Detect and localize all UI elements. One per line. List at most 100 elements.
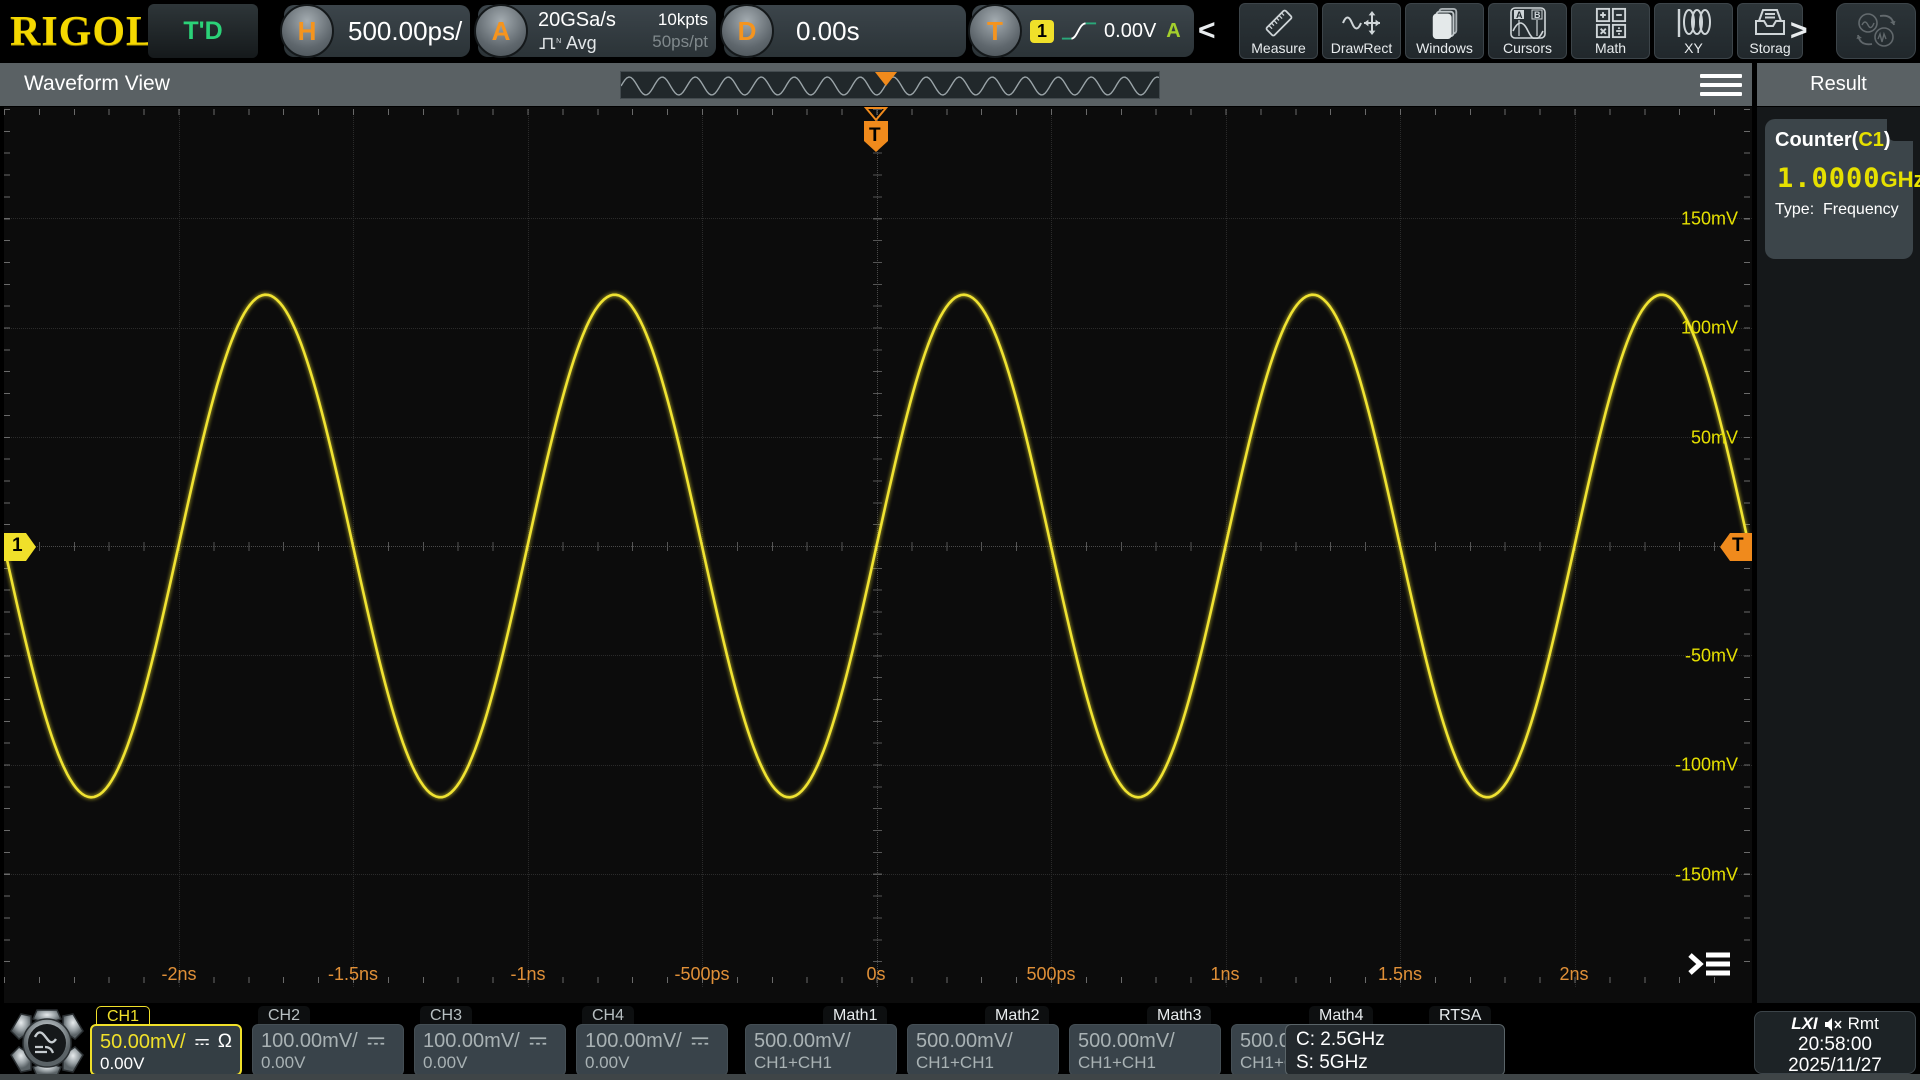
ch4-scale: 100.00mV/ bbox=[585, 1030, 682, 1052]
waveform-overview-strip[interactable] bbox=[620, 71, 1160, 99]
toolbar-drawrect-button[interactable]: DrawRect bbox=[1322, 3, 1401, 59]
x-tick-500ps: 500ps bbox=[1026, 964, 1076, 984]
toolbar-math-button[interactable]: Math bbox=[1571, 3, 1650, 59]
rtsa-box[interactable]: C: 2.5GHz S: 5GHz bbox=[1285, 1024, 1505, 1076]
speaker-muted-icon bbox=[1824, 1017, 1842, 1031]
math3-tab[interactable]: Math3 bbox=[1147, 1006, 1212, 1026]
x-tick-n500ps: -500ps bbox=[674, 964, 730, 984]
counter-title: Counter(C1) bbox=[1775, 129, 1891, 151]
x-tick-n1p5ns: -1.5ns bbox=[327, 964, 379, 984]
ch3-offset: 0.00V bbox=[423, 1053, 468, 1072]
resolution-value: 50ps/pt bbox=[652, 32, 708, 51]
ch3-tab[interactable]: CH3 bbox=[420, 1006, 473, 1026]
math1-tab[interactable]: Math1 bbox=[823, 1006, 888, 1026]
x-tick-1p5ns: 1.5ns bbox=[1377, 964, 1423, 984]
ch4-coupling-icon bbox=[691, 1037, 708, 1045]
top-bar: RIGOL T'D H 500.00ps/ A 20GSa/s N Avg 10… bbox=[0, 0, 1920, 62]
horizontal-scale-value: 500.00ps/ bbox=[348, 15, 463, 46]
y-tick-100mv: 100mV bbox=[1680, 317, 1738, 338]
horizontal-settings-group[interactable]: H 500.00ps/ bbox=[280, 4, 470, 58]
drawrect-icon bbox=[1323, 7, 1400, 39]
overview-trigger-position-icon[interactable] bbox=[875, 72, 897, 86]
acquire-settings-group[interactable]: A 20GSa/s N Avg 10kpts 50ps/pt bbox=[474, 4, 716, 58]
rtsa-span: S: 5GHz bbox=[1296, 1052, 1368, 1073]
ch2-box[interactable]: 100.00mV/ 0.00V bbox=[252, 1024, 404, 1076]
windows-stack-icon bbox=[1406, 7, 1483, 39]
collapse-panel-icon[interactable] bbox=[1686, 949, 1734, 979]
clock-date: 2025/11/27 bbox=[1788, 1055, 1882, 1076]
ch3-box[interactable]: 100.00mV/ 0.00V bbox=[414, 1024, 566, 1076]
waveform-swap-icon bbox=[1837, 13, 1915, 47]
rtsa-tab[interactable]: RTSA bbox=[1429, 1006, 1492, 1026]
waveform-swap-button[interactable] bbox=[1836, 3, 1916, 59]
counter-value: 1.0000GHz bbox=[1777, 163, 1920, 194]
bottom-divider bbox=[0, 1074, 1920, 1080]
trigger-level-marker[interactable]: T bbox=[1718, 532, 1752, 562]
ch2-coupling-icon bbox=[367, 1037, 384, 1045]
result-panel-title: Result bbox=[1810, 73, 1867, 95]
y-tick-50mv: 50mV bbox=[1690, 427, 1738, 448]
math3-scale: 500.00mV/ bbox=[1078, 1030, 1175, 1052]
result-panel-header[interactable]: Result bbox=[1757, 63, 1920, 106]
horizontal-knob-button[interactable]: H bbox=[280, 4, 334, 58]
ch1-offset: 0.00V bbox=[100, 1054, 145, 1073]
toolbar-scroll-left[interactable]: < bbox=[1198, 14, 1216, 48]
ch4-box[interactable]: 100.00mV/ 0.00V bbox=[576, 1024, 728, 1076]
rigol-logo: RIGOL bbox=[10, 9, 156, 55]
lxi-badge: LXI bbox=[1791, 1014, 1818, 1033]
math2-tab[interactable]: Math2 bbox=[985, 1006, 1050, 1026]
ch4-tab[interactable]: CH4 bbox=[582, 1006, 635, 1026]
math3-expr: CH1+CH1 bbox=[1078, 1053, 1156, 1072]
cursors-icon: A B bbox=[1489, 7, 1566, 39]
toolbar-cursors-button[interactable]: A B Cursors bbox=[1488, 3, 1567, 59]
status-datetime-box[interactable]: LXI Rmt 20:58:00 2025/11/27 bbox=[1754, 1011, 1916, 1076]
svg-text:A: A bbox=[1516, 10, 1523, 20]
counter-result-card[interactable]: Counter(C1) 1.0000GHz Type: Frequency bbox=[1765, 119, 1920, 259]
math2-scale: 500.00mV/ bbox=[916, 1030, 1013, 1052]
toolbar-scroll-right[interactable]: > bbox=[1790, 14, 1808, 48]
waveform-view-header: Waveform View bbox=[0, 63, 1752, 106]
ch2-offset: 0.00V bbox=[261, 1053, 306, 1072]
ch1-box[interactable]: 50.00mV/ Ω 0.00V bbox=[90, 1024, 242, 1076]
trigger-settings-group[interactable]: T 1 0.00V A bbox=[968, 4, 1194, 58]
clock-time: 20:58:00 bbox=[1798, 1034, 1872, 1055]
menu-icon[interactable] bbox=[1700, 74, 1742, 96]
ch1-scale: 50.00mV/ bbox=[100, 1031, 186, 1053]
delay-knob-button[interactable]: D bbox=[720, 4, 774, 58]
trigger-level-value: 0.00V bbox=[1104, 19, 1157, 42]
trigger-knob-button[interactable]: T bbox=[968, 4, 1022, 58]
x-tick-1ns: 1ns bbox=[1210, 964, 1240, 984]
y-tick-n50mv: -50mV bbox=[1684, 645, 1738, 666]
trigger-position-marker[interactable]: T bbox=[856, 107, 896, 153]
ruler-icon bbox=[1240, 7, 1317, 39]
math3-box[interactable]: 500.00mV/ CH1+CH1 bbox=[1069, 1024, 1221, 1076]
rigol-gear-logo[interactable] bbox=[8, 1008, 86, 1078]
math-operators-icon bbox=[1572, 7, 1649, 39]
svg-text:N: N bbox=[556, 38, 561, 45]
acquire-knob-button[interactable]: A bbox=[474, 4, 528, 58]
toolbar-xy-button[interactable]: XY bbox=[1654, 3, 1733, 59]
waveform-display[interactable]: 150mV 100mV 50mV -50mV -100mV -150mV -2n… bbox=[4, 107, 1752, 1003]
counter-card-tab bbox=[1887, 119, 1913, 141]
trigger-status-badge[interactable]: T'D bbox=[148, 4, 258, 58]
ch1-level-marker[interactable]: 1 bbox=[4, 532, 38, 562]
math2-box[interactable]: 500.00mV/ CH1+CH1 bbox=[907, 1024, 1059, 1076]
remote-badge: Rmt bbox=[1847, 1014, 1879, 1033]
sample-rate-value: 20GSa/s bbox=[538, 8, 616, 31]
x-tick-0s: 0s bbox=[866, 964, 886, 984]
xy-lissajous-icon bbox=[1655, 7, 1732, 39]
ch1-coupling-icon bbox=[195, 1039, 209, 1045]
ch2-tab[interactable]: CH2 bbox=[258, 1006, 311, 1026]
toolbar-windows-button[interactable]: Windows bbox=[1405, 3, 1484, 59]
delay-settings-group[interactable]: D 0.00s bbox=[720, 4, 966, 58]
y-tick-n150mv: -150mV bbox=[1674, 864, 1738, 885]
memory-depth-value: 10kpts bbox=[657, 10, 708, 29]
math4-tab[interactable]: Math4 bbox=[1309, 1006, 1374, 1026]
bottom-bar: CH1 50.00mV/ Ω 0.00V CH2 100.00mV/ 0.00V… bbox=[0, 1005, 1920, 1080]
math1-box[interactable]: 500.00mV/ CH1+CH1 bbox=[745, 1024, 897, 1076]
math2-expr: CH1+CH1 bbox=[916, 1053, 994, 1072]
counter-type: Type: Frequency bbox=[1775, 201, 1899, 218]
toolbar-measure-button[interactable]: Measure bbox=[1239, 3, 1318, 59]
ch1-tab[interactable]: CH1 bbox=[96, 1006, 151, 1026]
delay-value: 0.00s bbox=[796, 15, 860, 46]
